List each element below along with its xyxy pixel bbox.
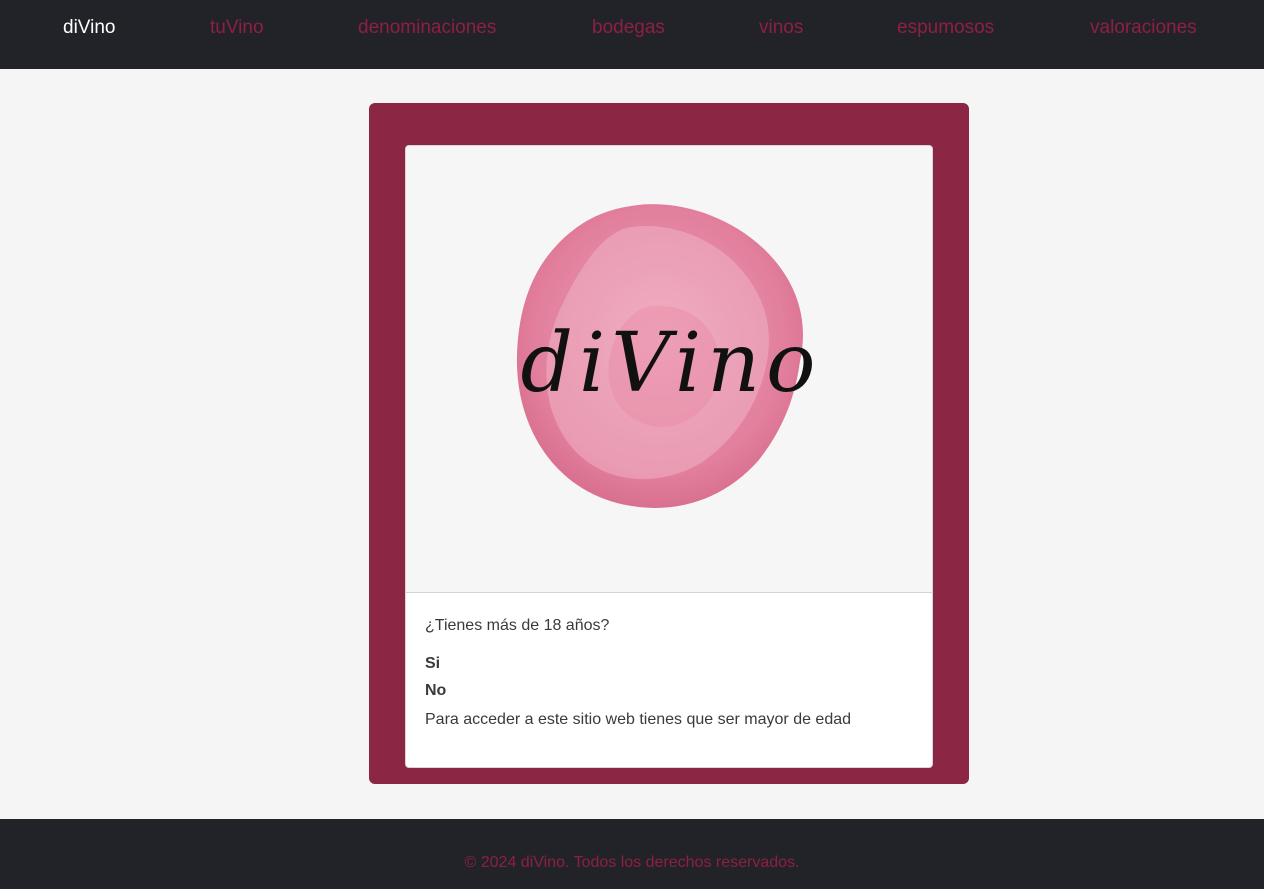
age-question: ¿Tienes más de 18 años? <box>425 617 610 634</box>
nav-brand-link[interactable]: diVino <box>63 17 115 39</box>
nav-link-valoraciones[interactable]: valoraciones <box>1090 17 1197 39</box>
age-yes-option[interactable]: Si <box>425 655 440 673</box>
footer-copyright: © 2024 diVino. Todos los derechos reserv… <box>464 854 800 871</box>
logo-image: diVino <box>406 146 932 593</box>
nav-link-bodegas[interactable]: bodegas <box>592 17 665 39</box>
age-no-option[interactable]: No <box>425 682 446 700</box>
top-navbar: diVino tuVino denominaciones bodegas vin… <box>0 0 1264 69</box>
nav-link-tuvino[interactable]: tuVino <box>210 17 264 39</box>
age-notice: Para acceder a este sitio web tienes que… <box>425 711 852 728</box>
nav-link-espumosos[interactable]: espumosos <box>897 17 994 39</box>
watercolor-stain-logo-icon: diVino <box>516 204 822 508</box>
age-gate-card: diVino ¿Tienes más de 18 años? Si No Par… <box>405 145 933 768</box>
nav-link-denominaciones[interactable]: denominaciones <box>358 17 496 39</box>
nav-link-vinos[interactable]: vinos <box>759 17 803 39</box>
page-footer: © 2024 diVino. Todos los derechos reserv… <box>0 819 1264 889</box>
logo-wordmark: diVino <box>521 316 822 411</box>
